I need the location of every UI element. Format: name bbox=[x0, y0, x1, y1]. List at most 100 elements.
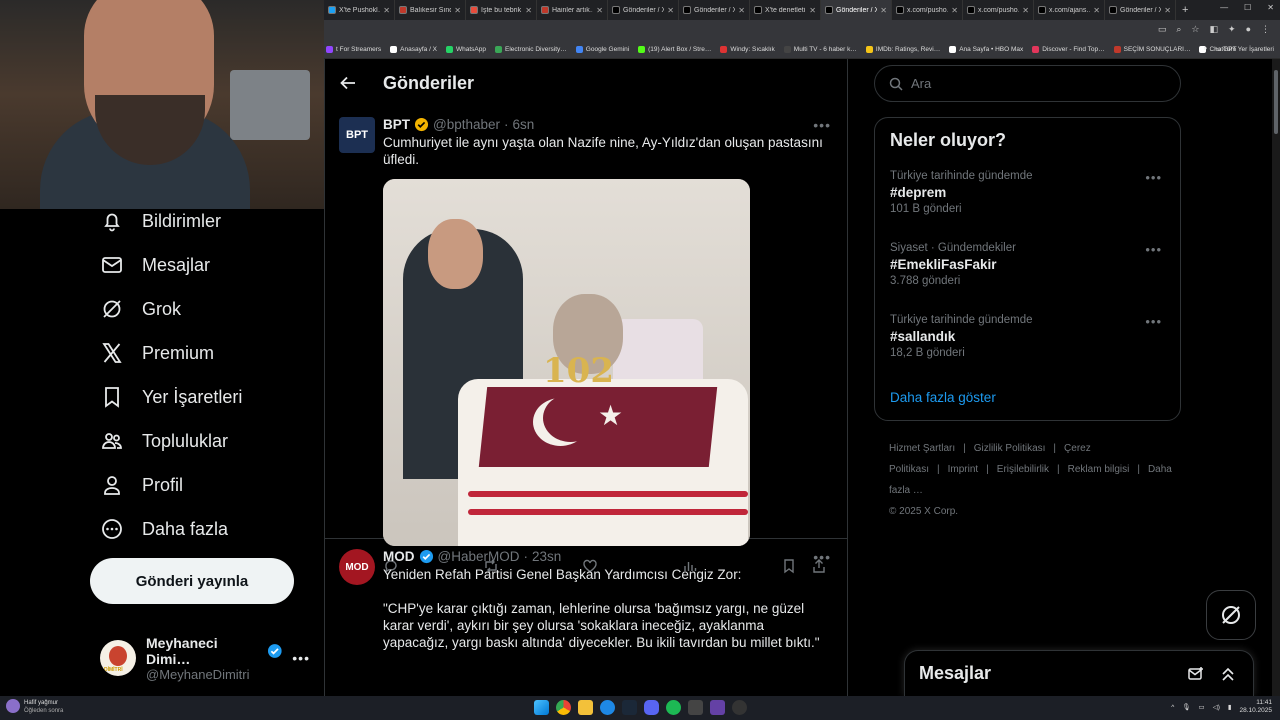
footer-link[interactable]: Erişilebilirlik bbox=[997, 464, 1049, 475]
tweet-image[interactable]: ★ 102 bbox=[383, 179, 750, 546]
tweet-time[interactable]: 6sn bbox=[513, 117, 535, 132]
footer-link[interactable]: Reklam bilgisi bbox=[1068, 464, 1130, 475]
trend-more-icon[interactable]: ••• bbox=[1145, 242, 1162, 257]
menu-icon[interactable]: ⋮ bbox=[1261, 24, 1270, 35]
spotify-icon[interactable] bbox=[666, 700, 681, 715]
discord-icon[interactable] bbox=[644, 700, 659, 715]
expand-up-icon[interactable] bbox=[1219, 665, 1237, 683]
profile-icon[interactable]: ● bbox=[1246, 24, 1251, 35]
account-switcher[interactable]: DİMİTRİ Meyhaneci Dimi… @MeyhaneDimitri … bbox=[100, 635, 310, 682]
weather-widget[interactable]: Hafif yağmur Öğleden sonra bbox=[6, 699, 63, 715]
extension-icon[interactable]: ◧ bbox=[1210, 24, 1219, 35]
extensions-puzzle-icon[interactable]: ✦ bbox=[1228, 24, 1236, 35]
sidebar-item-yer-i-şaretleri[interactable]: Yer İşaretleri bbox=[100, 382, 242, 412]
star-icon[interactable]: ☆ bbox=[1191, 24, 1199, 35]
tab-close-icon[interactable]: ✕ bbox=[667, 6, 674, 15]
steam-icon[interactable] bbox=[622, 700, 637, 715]
grok-floating-button[interactable] bbox=[1206, 590, 1256, 640]
tweet-handle[interactable]: @HaberMOD bbox=[438, 549, 520, 564]
browser-tab[interactable]: Gönderiler / X ✕ bbox=[1105, 0, 1176, 20]
new-message-icon[interactable] bbox=[1187, 665, 1205, 683]
file-explorer-icon[interactable] bbox=[578, 700, 593, 715]
trend-item[interactable]: Türkiye tarihinde gündemde #sallandık 18,2… bbox=[890, 314, 1170, 359]
tab-close-icon[interactable]: ✕ bbox=[383, 6, 390, 15]
tab-close-icon[interactable]: ✕ bbox=[809, 6, 816, 15]
browser-tab[interactable]: x.com/ajans… ✕ bbox=[1034, 0, 1105, 20]
sidebar-item-profil[interactable]: Profil bbox=[100, 470, 183, 500]
bookmark-item[interactable]: t For Streamers bbox=[326, 46, 381, 53]
network-icon[interactable]: ▭ bbox=[1199, 703, 1205, 711]
bookmarks-overflow[interactable]: » bbox=[1204, 45, 1208, 53]
bookmark-item[interactable]: (19) Alert Box / Stre… bbox=[638, 46, 711, 53]
bookmark-item[interactable]: Electronic Diversity… bbox=[495, 46, 567, 53]
tweet-avatar[interactable]: MOD bbox=[339, 549, 375, 585]
page-scrollbar[interactable] bbox=[1272, 59, 1280, 696]
sidebar-item-topluluklar[interactable]: Topluluklar bbox=[100, 426, 228, 456]
tweet-more-icon[interactable]: ••• bbox=[813, 549, 831, 565]
browser-tab[interactable]: X'te Pushokl… ✕ bbox=[324, 0, 395, 20]
tweet-avatar[interactable]: BPT bbox=[339, 117, 375, 153]
browser-tab[interactable]: Gönderiler / X ✕ bbox=[821, 0, 892, 20]
account-more-icon[interactable]: ••• bbox=[292, 650, 310, 666]
tab-close-icon[interactable]: ✕ bbox=[738, 6, 745, 15]
bookmark-item[interactable]: Google Gemini bbox=[575, 46, 629, 53]
messages-drawer[interactable]: Mesajlar bbox=[904, 650, 1254, 696]
tab-close-icon[interactable]: ✕ bbox=[454, 6, 461, 15]
trend-more-icon[interactable]: ••• bbox=[1145, 314, 1162, 329]
tab-close-icon[interactable]: ✕ bbox=[1093, 6, 1100, 15]
tab-close-icon[interactable]: ✕ bbox=[1164, 6, 1171, 15]
bookmark-item[interactable]: Ana Sayfa • HBO Max bbox=[949, 46, 1023, 53]
scrollbar-thumb[interactable] bbox=[1274, 70, 1278, 134]
tab-close-icon[interactable]: ✕ bbox=[596, 6, 603, 15]
bookmark-item[interactable]: IMDb: Ratings, Revi… bbox=[865, 46, 940, 53]
browser-tab[interactable]: İşte bu tebrik…✕ bbox=[466, 0, 537, 20]
browser-tab[interactable]: X'te denetleti…✕ bbox=[750, 0, 821, 20]
tweet-more-icon[interactable]: ••• bbox=[813, 117, 831, 133]
bookmark-item[interactable]: Windy: Sıcaklık bbox=[720, 46, 775, 53]
post-button[interactable]: Gönderi yayınla bbox=[90, 558, 294, 604]
tab-close-icon[interactable]: ✕ bbox=[951, 6, 958, 15]
app-icon-3[interactable] bbox=[732, 700, 747, 715]
tab-close-icon[interactable]: ✕ bbox=[1022, 6, 1029, 15]
volume-icon[interactable]: ◁) bbox=[1213, 703, 1220, 711]
bookmark-item[interactable]: Multi TV - 6 haber k… bbox=[783, 46, 857, 53]
bookmark-item[interactable]: SEÇİM SONUÇLARI… bbox=[1113, 46, 1190, 53]
start-icon[interactable] bbox=[534, 700, 549, 715]
tweet-handle[interactable]: @bpthaber bbox=[433, 117, 500, 132]
sidebar-item-mesajlar[interactable]: Mesajlar bbox=[100, 250, 210, 280]
footer-link[interactable]: Gizlilik Politikası bbox=[974, 443, 1046, 454]
chrome-icon[interactable] bbox=[556, 700, 571, 715]
edge-icon[interactable] bbox=[600, 700, 615, 715]
browser-tab[interactable]: Balıkesir Sındı…✕ bbox=[395, 0, 466, 20]
footer-link[interactable]: Imprint bbox=[948, 464, 979, 475]
trend-item[interactable]: Siyaset · Gündemdekiler #EmekliFasFakir 3.… bbox=[890, 242, 1170, 287]
tray-chevron-icon[interactable]: ^ bbox=[1171, 704, 1174, 711]
sidebar-item-premium[interactable]: Premium bbox=[100, 338, 214, 368]
bookmark-item[interactable]: WhatsApp bbox=[446, 46, 486, 53]
app-icon-1[interactable] bbox=[688, 700, 703, 715]
search-input[interactable] bbox=[911, 76, 1161, 91]
zoom-icon[interactable]: ⌕ bbox=[1176, 24, 1181, 35]
tweet[interactable]: BPT BPT @bpthaber · 6sn Cumhuriyet ile a… bbox=[325, 107, 847, 574]
tab-close-icon[interactable]: ✕ bbox=[525, 6, 532, 15]
bookmark-item[interactable]: Anasayfa / X bbox=[390, 46, 437, 53]
tweet-author-name[interactable]: MOD bbox=[383, 549, 415, 564]
browser-tab[interactable]: x.com/pusho…✕ bbox=[892, 0, 963, 20]
tweet-time[interactable]: 23sn bbox=[532, 549, 561, 564]
tweet[interactable]: MOD MOD @HaberMOD · 23sn Yeniden Refah P… bbox=[325, 539, 847, 696]
sidebar-item-daha-fazla[interactable]: Daha fazla bbox=[100, 514, 228, 544]
maximize-icon[interactable]: ☐ bbox=[1244, 3, 1251, 12]
sidebar-item-bildirimler[interactable]: Bildirimler bbox=[100, 206, 221, 236]
sidebar-item-grok[interactable]: Grok bbox=[100, 294, 181, 324]
tweet-author-name[interactable]: BPT bbox=[383, 117, 410, 132]
trend-item[interactable]: Türkiye tarihinde gündemde #deprem 101 B g… bbox=[890, 170, 1170, 215]
back-arrow-icon[interactable] bbox=[339, 74, 357, 92]
search-box[interactable] bbox=[874, 65, 1181, 102]
bookmark-item[interactable]: Discover - Find Top… bbox=[1032, 46, 1105, 53]
browser-tab[interactable]: Gönderiler / X ✕ bbox=[679, 0, 750, 20]
cast-icon[interactable]: ▭ bbox=[1158, 24, 1167, 35]
microphone-icon[interactable]: 🎙︎ bbox=[1182, 703, 1190, 711]
browser-tab[interactable]: x.com/pusho…✕ bbox=[963, 0, 1034, 20]
app-icon-2[interactable] bbox=[710, 700, 725, 715]
trend-more-icon[interactable]: ••• bbox=[1145, 170, 1162, 185]
